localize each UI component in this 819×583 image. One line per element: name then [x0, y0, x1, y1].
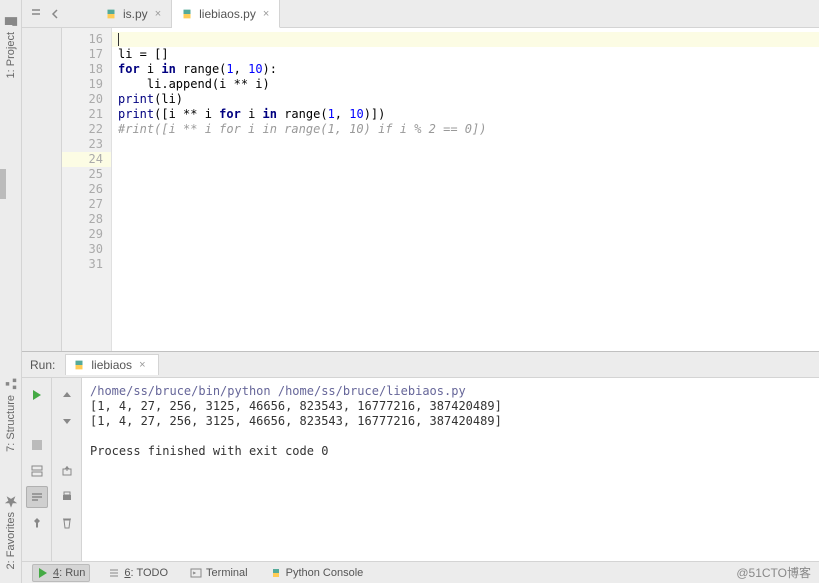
export-button[interactable]	[56, 460, 78, 482]
code-editor[interactable]: li = [] for i in range(1, 10): li.append…	[112, 28, 819, 351]
bottom-tool-bar: 4: Run 6: TODO Terminal Python Console	[22, 561, 819, 583]
back-arrow-icon[interactable]	[46, 0, 66, 27]
text-cursor	[118, 33, 119, 46]
line-gutter[interactable]: 16 17 18 19 20 21 22 23 24 25 26 27 28 2…	[62, 28, 112, 351]
run-label: Run:	[30, 358, 55, 372]
python-icon	[104, 7, 118, 21]
print-button[interactable]	[56, 486, 78, 508]
toggle-soft-wrap-button[interactable]	[26, 486, 48, 508]
editor-area: 16 17 18 19 20 21 22 23 24 25 26 27 28 2…	[22, 28, 819, 351]
watermark: @51CTO博客	[736, 564, 811, 581]
python-icon	[270, 567, 282, 579]
run-panel: Run: liebiaos ×	[22, 351, 819, 561]
bottom-terminal[interactable]: Terminal	[186, 565, 252, 581]
collapse-icon[interactable]	[26, 0, 46, 27]
run-config-tab[interactable]: liebiaos ×	[65, 354, 158, 375]
sidebar-project[interactable]: 1: Project	[4, 8, 18, 84]
list-icon	[108, 567, 120, 579]
editor-tabs-bar: is.py × liebiaos.py ×	[22, 0, 819, 28]
run-header: Run: liebiaos ×	[22, 352, 819, 378]
rerun-button[interactable]	[26, 384, 48, 406]
close-icon[interactable]: ×	[153, 8, 163, 20]
sidebar-structure[interactable]: 7: Structure	[4, 371, 18, 458]
tab-is-py[interactable]: is.py ×	[96, 0, 172, 27]
tab-label: liebiaos.py	[199, 7, 256, 21]
bottom-todo[interactable]: 6: TODO	[104, 565, 172, 581]
editor-left-margin	[22, 28, 62, 351]
terminal-icon	[190, 567, 202, 579]
sidebar-favorites[interactable]: 2: Favorites	[4, 488, 18, 575]
delete-button[interactable]	[56, 512, 78, 534]
close-icon[interactable]: ×	[261, 8, 271, 20]
scroll-down-button[interactable]	[56, 410, 78, 432]
tab-liebiaos-py[interactable]: liebiaos.py ×	[172, 0, 280, 28]
bottom-run[interactable]: 4: Run	[32, 564, 90, 582]
layout-button[interactable]	[26, 460, 48, 482]
pin-button[interactable]	[26, 512, 48, 534]
bottom-python-console[interactable]: Python Console	[266, 565, 368, 581]
left-tool-sidebar: 1: Project 7: Structure 2: Favorites	[0, 0, 22, 583]
run-toolbar-primary	[22, 378, 52, 561]
python-icon	[72, 358, 86, 372]
folder-icon	[4, 14, 18, 28]
run-toolbar-secondary	[52, 378, 82, 561]
tab-label: is.py	[123, 7, 148, 21]
star-icon	[4, 494, 18, 508]
close-icon[interactable]: ×	[137, 359, 147, 371]
python-icon	[180, 7, 194, 21]
structure-icon	[4, 377, 18, 391]
stop-button[interactable]	[26, 434, 48, 456]
scroll-up-button[interactable]	[56, 384, 78, 406]
run-output[interactable]: /home/ss/bruce/bin/python /home/ss/bruce…	[82, 378, 819, 561]
play-icon	[37, 567, 49, 579]
